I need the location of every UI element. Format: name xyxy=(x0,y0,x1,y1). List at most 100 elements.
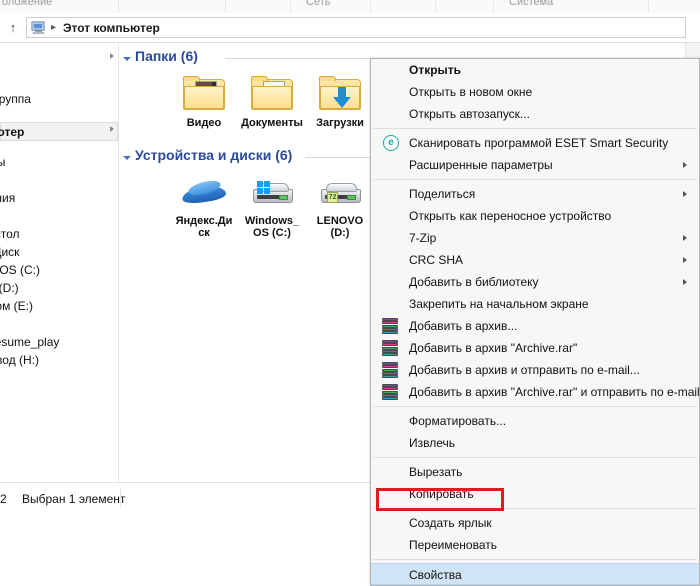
nav-item-drive-d[interactable]: O (D:) xyxy=(0,279,19,298)
nav-item-pictures[interactable]: ажения xyxy=(0,189,15,208)
chevron-right-icon xyxy=(683,257,687,263)
group-header-drives: Устройства и диски (6) xyxy=(135,147,293,163)
ribbon-divider xyxy=(435,0,436,13)
menu-item-label: Добавить в архив и отправить по e-mail..… xyxy=(409,363,640,377)
menu-item-label: Открыть в новом окне xyxy=(409,85,533,99)
menu-item-crc-sha[interactable]: CRC SHA xyxy=(371,249,699,271)
menu-item-label: Расширенные параметры xyxy=(409,158,553,172)
chevron-right-icon xyxy=(683,235,687,241)
folder-tile-video[interactable]: Видео xyxy=(173,71,235,129)
ribbon-divider xyxy=(370,0,371,13)
menu-item-add-to-archive-named[interactable]: Добавить в архив "Archive.rar" xyxy=(371,337,699,359)
menu-item-eject[interactable]: Извлечь xyxy=(371,432,699,454)
menu-item-label: 7-Zip xyxy=(409,231,437,245)
menu-item-label: Добавить в архив "Archive.rar" xyxy=(409,341,578,355)
menu-item-copy[interactable]: Копировать xyxy=(371,483,699,505)
nav-item-desktop[interactable]: ий стол xyxy=(0,225,20,244)
this-pc-icon xyxy=(31,21,46,35)
group-header-folders: Папки (6) xyxy=(135,48,198,64)
drive-tile-windows-c[interactable]: Windows_OS (C:) xyxy=(241,169,303,239)
breadcrumb[interactable]: ▸ Этот компьютер xyxy=(26,17,686,38)
ribbon-divider xyxy=(290,0,291,13)
menu-item-open[interactable]: Открыть xyxy=(371,59,699,81)
nav-item-drive-c[interactable]: ws_OS (C:) xyxy=(0,261,40,280)
lenovo-badge-icon: 72 xyxy=(327,192,338,203)
menu-item-label: Переименовать xyxy=(409,538,497,552)
menu-item-advanced-options[interactable]: Расширенные параметры xyxy=(371,154,699,176)
menu-item-add-to-archive-email[interactable]: Добавить в архив и отправить по e-mail..… xyxy=(371,359,699,381)
drive-lenovo-icon: 72 xyxy=(316,171,364,213)
nav-item-homegroup[interactable]: яя группа xyxy=(0,90,31,109)
chevron-right-icon[interactable] xyxy=(110,126,114,132)
menu-item-format[interactable]: Форматировать... xyxy=(371,410,699,432)
menu-item-label: Добавить в архив "Archive.rar" и отправи… xyxy=(409,385,700,399)
menu-item-create-shortcut[interactable]: Создать ярлык xyxy=(371,512,699,534)
folder-video-icon xyxy=(180,73,228,115)
menu-item-label: Извлечь xyxy=(409,436,456,450)
menu-item-eset-scan[interactable]: e Сканировать программой ESET Smart Secu… xyxy=(371,132,699,154)
menu-item-add-to-archive[interactable]: Добавить в архив... xyxy=(371,315,699,337)
menu-item-label: Поделиться xyxy=(409,187,476,201)
context-menu[interactable]: Открыть Открыть в новом окне Открыть авт… xyxy=(370,58,700,586)
folder-tile-downloads[interactable]: Загрузки xyxy=(309,71,371,129)
ribbon-tab-network[interactable]: Сеть xyxy=(306,0,330,8)
menu-separator xyxy=(373,508,697,509)
eset-icon: e xyxy=(383,135,399,151)
menu-item-label: Сканировать программой ESET Smart Securi… xyxy=(409,136,669,150)
chevron-right-icon[interactable] xyxy=(110,53,114,59)
menu-separator xyxy=(373,406,697,407)
menu-item-share[interactable]: Поделиться xyxy=(371,183,699,205)
tile-label: Windows_OS (C:) xyxy=(244,215,300,239)
menu-item-add-to-archive-named-email[interactable]: Добавить в архив "Archive.rar" и отправи… xyxy=(371,381,700,403)
group-collapse-icon-folders[interactable] xyxy=(123,57,131,61)
chevron-right-icon xyxy=(683,162,687,168)
breadcrumb-path[interactable]: Этот компьютер xyxy=(63,21,160,35)
menu-item-label: Копировать xyxy=(409,487,474,501)
folder-downloads-icon xyxy=(316,73,364,115)
drive-tile-lenovo-d[interactable]: 72 LENOVO (D:) xyxy=(309,169,371,239)
menu-separator xyxy=(373,457,697,458)
tile-label: Документы xyxy=(241,117,303,129)
up-arrow-icon[interactable]: ↑ xyxy=(6,20,20,36)
nav-item-drive-e[interactable]: й том (E:) xyxy=(0,297,33,316)
nav-item-this-pc[interactable]: мпьютер xyxy=(0,122,118,141)
nav-item-yandex-disk[interactable]: с.Диск xyxy=(0,243,19,262)
menu-item-open-new-window[interactable]: Открыть в новом окне xyxy=(371,81,699,103)
menu-item-7zip[interactable]: 7-Zip xyxy=(371,227,699,249)
menu-item-open-as-portable-device[interactable]: Открыть как переносное устройство xyxy=(371,205,699,227)
menu-separator xyxy=(373,179,697,180)
winrar-icon xyxy=(382,362,399,379)
menu-item-label: Открыть как переносное устройство xyxy=(409,209,612,223)
ribbon-tab-bar: оложение Сеть Система xyxy=(0,0,700,14)
menu-item-add-to-library[interactable]: Добавить в библиотеку xyxy=(371,271,699,293)
menu-item-cut[interactable]: Вырезать xyxy=(371,461,699,483)
drive-tile-yandex-disk[interactable]: Яндекс.Диск xyxy=(173,169,235,239)
yandex-disk-icon xyxy=(180,171,228,213)
menu-item-label: Создать ярлык xyxy=(409,516,492,530)
drive-windows-icon xyxy=(248,171,296,213)
nav-item-dvd-drive[interactable]: сковод (H:) xyxy=(0,351,39,370)
folder-tile-documents[interactable]: Документы xyxy=(241,71,303,129)
status-item-count: 2 xyxy=(0,492,7,506)
nav-item-documents[interactable]: енты xyxy=(0,153,5,172)
tile-label: Видео xyxy=(186,117,222,129)
nav-item-resume-play[interactable]: _resume_play xyxy=(0,333,59,352)
menu-item-open-autoplay[interactable]: Открыть автозапуск... xyxy=(371,103,699,125)
menu-item-pin-to-start[interactable]: Закрепить на начальном экране xyxy=(371,293,699,315)
menu-item-label: CRC SHA xyxy=(409,253,464,267)
nav-item-label: мпьютер xyxy=(0,125,25,139)
status-divider xyxy=(120,489,121,507)
menu-item-properties[interactable]: Свойства xyxy=(371,563,699,585)
tile-label: Загрузки xyxy=(316,117,364,129)
menu-item-label: Вырезать xyxy=(409,465,463,479)
breadcrumb-separator-icon: ▸ xyxy=(51,22,57,33)
ribbon-divider xyxy=(648,0,649,13)
group-collapse-icon-drives[interactable] xyxy=(123,156,131,160)
ribbon-tab-location[interactable]: оложение xyxy=(2,0,52,8)
menu-item-label: Свойства xyxy=(409,568,462,582)
menu-item-rename[interactable]: Переименовать xyxy=(371,534,699,556)
winrar-icon xyxy=(382,318,399,335)
status-selection: Выбран 1 элемент xyxy=(22,492,126,506)
menu-separator xyxy=(373,128,697,129)
ribbon-tab-system[interactable]: Система xyxy=(509,0,553,8)
